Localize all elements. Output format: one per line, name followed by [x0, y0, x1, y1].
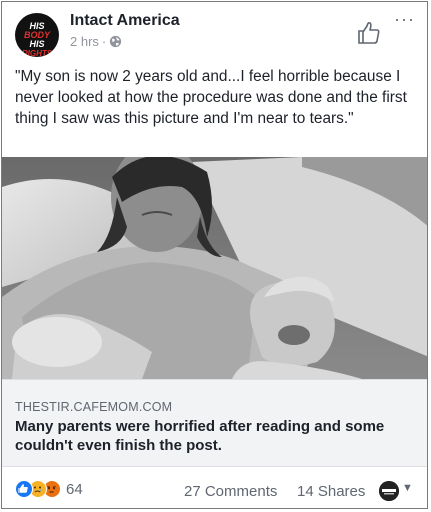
shares-link[interactable]: 14 Shares: [297, 483, 365, 500]
like-page-button[interactable]: [356, 20, 382, 46]
reaction-count: 64: [66, 480, 83, 498]
post-meta: 2 hrs ·: [70, 34, 122, 49]
avatar-text-line: RIGHTS: [21, 49, 53, 57]
comments-link[interactable]: 27 Comments: [184, 483, 277, 500]
mother-child-photo: [2, 157, 427, 379]
post-text: "My son is now 2 years old and...I feel …: [15, 68, 407, 127]
thumbs-up-icon: [358, 22, 380, 44]
post-header: HIS BODY HIS RIGHTS Intact America 2 hrs…: [2, 2, 427, 62]
like-icon: [15, 480, 33, 498]
avatar-text-line: HIS: [29, 39, 45, 49]
page-avatar[interactable]: HIS BODY HIS RIGHTS: [15, 13, 59, 57]
meta-separator: ·: [101, 34, 107, 49]
link-domain: THESTIR.CAFEMOM.COM: [15, 400, 173, 414]
globe-icon: [109, 35, 122, 48]
avatar-logo: HIS BODY HIS RIGHTS: [15, 22, 59, 58]
link-headline[interactable]: Many parents were horrified after readin…: [15, 417, 419, 455]
viewer-avatar-icon[interactable]: [379, 481, 399, 501]
post-photo[interactable]: [2, 157, 427, 379]
post-footer: 64 27 Comments 14 Shares ▼: [2, 468, 427, 508]
link-preview[interactable]: THESTIR.CAFEMOM.COM Many parents were ho…: [2, 379, 427, 467]
post-timestamp[interactable]: 2 hrs: [70, 34, 99, 49]
page-name-link[interactable]: Intact America: [70, 12, 180, 30]
facebook-post-card: HIS BODY HIS RIGHTS Intact America 2 hrs…: [1, 1, 428, 509]
chevron-down-icon[interactable]: ▼: [402, 482, 413, 494]
reactions-summary[interactable]: 64: [15, 480, 83, 498]
more-options-icon[interactable]: ···: [394, 10, 415, 28]
